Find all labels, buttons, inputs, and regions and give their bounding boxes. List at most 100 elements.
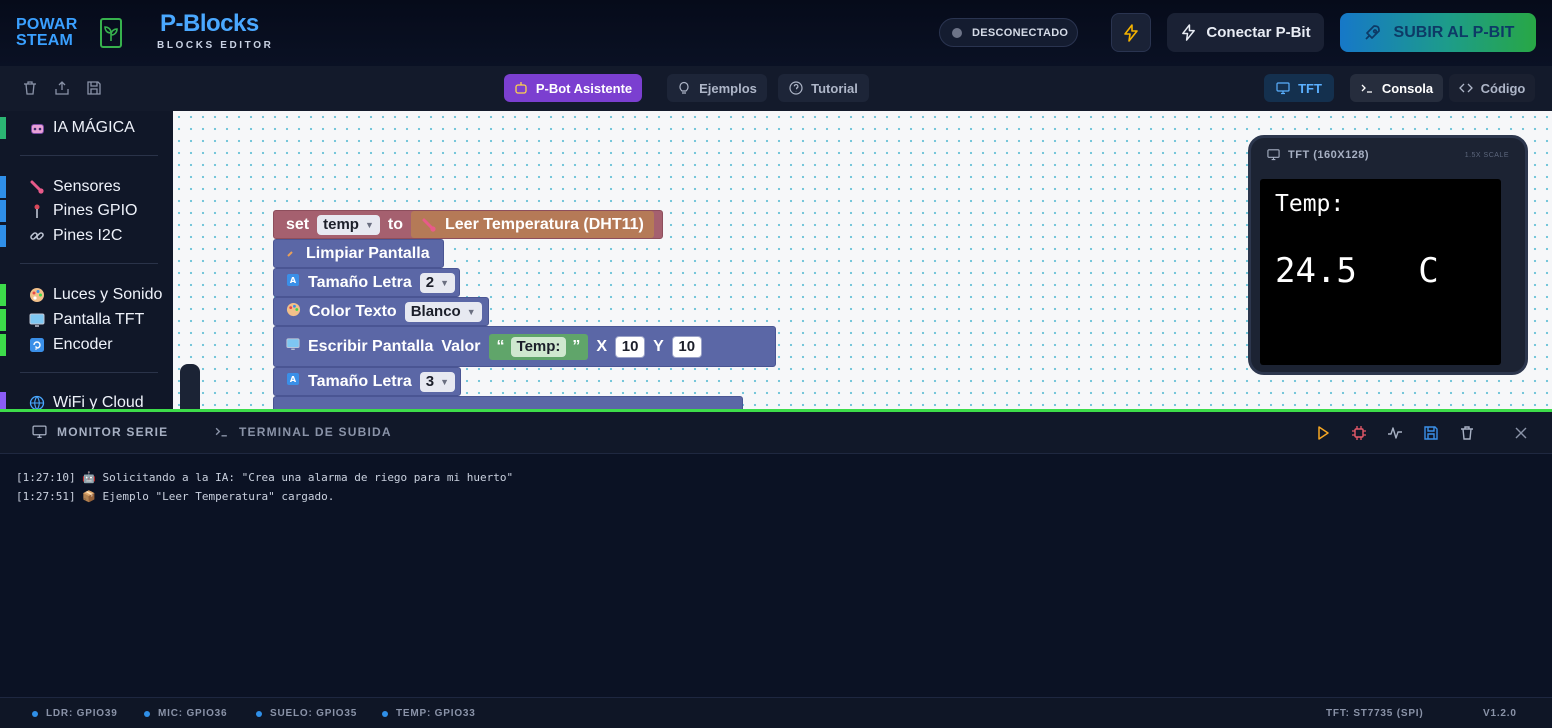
pin-icon xyxy=(28,202,46,220)
category-color-bar xyxy=(0,176,6,198)
category-pines-gpio[interactable]: Pines GPIO xyxy=(0,200,173,222)
block-write-screen[interactable]: Escribir Pantalla Valor “ Temp: ” X 10 Y… xyxy=(273,326,776,367)
text-color-label: Color Texto xyxy=(309,302,397,320)
category-wifi-cloud[interactable]: WiFi y Cloud xyxy=(0,392,173,409)
trash-icon[interactable] xyxy=(1458,424,1476,442)
category-luces-sonido[interactable]: Luces y Sonido xyxy=(0,284,173,306)
upload-button[interactable]: SUBIR AL P-BIT xyxy=(1340,13,1536,52)
close-icon[interactable] xyxy=(1512,424,1530,442)
category-label: Pantalla TFT xyxy=(53,311,145,328)
clear-screen-label: Limpiar Pantalla xyxy=(306,244,430,262)
tab-serial-monitor[interactable]: MONITOR SERIE xyxy=(32,424,168,439)
to-keyword: to xyxy=(387,215,403,233)
examples-button[interactable]: Ejemplos xyxy=(667,74,767,102)
x-number-field[interactable]: 10 xyxy=(615,335,646,358)
tft-driver-label: TFT: ST7735 (SPI) xyxy=(1326,708,1424,719)
brush-icon xyxy=(286,246,298,261)
version-label: V1.2.0 xyxy=(1483,708,1517,719)
export-icon[interactable] xyxy=(52,78,72,98)
encoder-icon xyxy=(28,336,46,354)
string-field[interactable]: Temp: xyxy=(510,336,567,357)
connect-button[interactable]: Conectar P-Bit xyxy=(1167,13,1324,52)
serial-console-output: [1:27:10] 🤖 Solicitando a la IA: "Crea u… xyxy=(0,454,1552,697)
category-color-bar xyxy=(0,392,6,409)
block-text-color[interactable]: Color Texto Blanco ▼ xyxy=(273,297,489,326)
block-font-size[interactable]: A Tamaño Letra 3 ▼ xyxy=(273,367,461,396)
bolt-icon xyxy=(1124,23,1138,42)
category-sensores[interactable]: Sensores xyxy=(0,176,173,198)
save-icon[interactable] xyxy=(1422,424,1440,442)
block-text-string[interactable]: “ Temp: ” xyxy=(488,333,589,360)
pin-status-mic: MIC: GPIO36 xyxy=(144,708,227,719)
font-size-icon: A xyxy=(286,273,300,292)
y-keyword: Y xyxy=(653,337,664,355)
block-read-temperature[interactable]: Leer Temperatura (DHT11) xyxy=(411,211,654,238)
chevron-down-icon: ▼ xyxy=(466,306,476,317)
pulse-icon[interactable] xyxy=(1386,424,1404,442)
tab-console[interactable]: Consola xyxy=(1350,74,1443,102)
font-size-value: 2 xyxy=(425,274,435,291)
log-line: [1:27:51] 📦 Ejemplo "Leer Temperatura" c… xyxy=(16,490,335,503)
tutorial-label: Tutorial xyxy=(811,80,858,96)
block-clear-screen[interactable]: Limpiar Pantalla xyxy=(273,239,444,268)
block-category-sidebar: IA MÁGICA Sensores Pines GPIO Pines I2C … xyxy=(0,111,173,409)
tab-tft[interactable]: TFT xyxy=(1264,74,1334,102)
app-subtitle: BLOCKS EDITOR xyxy=(157,40,274,51)
chip-icon[interactable] xyxy=(1350,424,1368,442)
category-pines-i2c[interactable]: Pines I2C xyxy=(0,225,173,247)
blocks-workspace[interactable]: ‹ set temp ▼ to Leer Temperatura (DHT11)… xyxy=(173,111,1552,409)
read-temperature-label: Leer Temperatura (DHT11) xyxy=(445,215,644,233)
block-write-screen-partial[interactable] xyxy=(273,396,743,409)
block-set-variable[interactable]: set temp ▼ to Leer Temperatura (DHT11) xyxy=(273,210,663,239)
collapse-sidebar-handle[interactable]: ‹ xyxy=(180,364,200,409)
assistant-label: P-Bot Asistente xyxy=(535,80,633,96)
globe-icon xyxy=(28,394,46,409)
color-dropdown[interactable]: Blanco ▼ xyxy=(404,301,482,322)
chevron-down-icon: ▼ xyxy=(364,219,374,230)
connection-status: DESCONECTADO xyxy=(939,18,1078,47)
pin-label: TEMP: GPIO33 xyxy=(396,708,476,719)
font-size-icon: A xyxy=(286,372,300,391)
svg-text:A: A xyxy=(290,375,297,384)
category-color-bar xyxy=(0,200,6,222)
upload-terminal-label: TERMINAL DE SUBIDA xyxy=(239,424,392,439)
status-dot-icon xyxy=(952,27,962,38)
logo-line-2: STEAM xyxy=(16,32,73,49)
trash-icon[interactable] xyxy=(20,78,40,98)
logo-line-1: POWAR xyxy=(16,16,78,33)
monitor-icon xyxy=(286,337,300,356)
x-keyword: X xyxy=(596,337,608,355)
category-color-bar xyxy=(0,117,6,139)
category-label: Encoder xyxy=(53,336,113,353)
robot-icon xyxy=(515,82,527,94)
open-quote-icon: “ xyxy=(496,337,505,355)
font-size-dropdown[interactable]: 2 ▼ xyxy=(419,272,455,293)
font-size-dropdown[interactable]: 3 ▼ xyxy=(419,371,455,392)
tft-screen: Temp: 24.5 C xyxy=(1260,179,1501,365)
editor-toolbar: P-Bot Asistente Ejemplos Tutorial TFT Co… xyxy=(0,66,1552,111)
monitor-icon xyxy=(1276,82,1290,95)
variable-dropdown[interactable]: temp ▼ xyxy=(317,214,380,235)
category-color-bar xyxy=(0,334,6,356)
tab-code[interactable]: Código xyxy=(1449,74,1535,102)
save-icon[interactable] xyxy=(84,78,104,98)
y-number-field[interactable]: 10 xyxy=(671,335,702,358)
category-encoder[interactable]: Encoder xyxy=(0,334,173,356)
block-font-size[interactable]: A Tamaño Letra 2 ▼ xyxy=(273,268,460,297)
tab-upload-terminal[interactable]: TERMINAL DE SUBIDA xyxy=(214,424,392,439)
assistant-button[interactable]: P-Bot Asistente xyxy=(504,74,642,102)
link-icon xyxy=(28,227,46,245)
bolt-icon xyxy=(1182,24,1196,41)
monitor-icon xyxy=(1267,149,1280,161)
app-title: P-Blocks xyxy=(160,10,259,37)
tutorial-button[interactable]: Tutorial xyxy=(778,74,869,102)
monitor-icon xyxy=(28,311,46,329)
category-pantalla-tft[interactable]: Pantalla TFT xyxy=(0,309,173,331)
category-color-bar xyxy=(0,309,6,331)
category-ia-magica[interactable]: IA MÁGICA xyxy=(0,117,173,139)
category-divider xyxy=(20,372,158,373)
flash-button[interactable] xyxy=(1111,13,1151,52)
bottom-panel-tabs: MONITOR SERIE TERMINAL DE SUBIDA xyxy=(0,412,1552,454)
play-icon[interactable] xyxy=(1314,424,1332,442)
examples-label: Ejemplos xyxy=(699,80,757,96)
